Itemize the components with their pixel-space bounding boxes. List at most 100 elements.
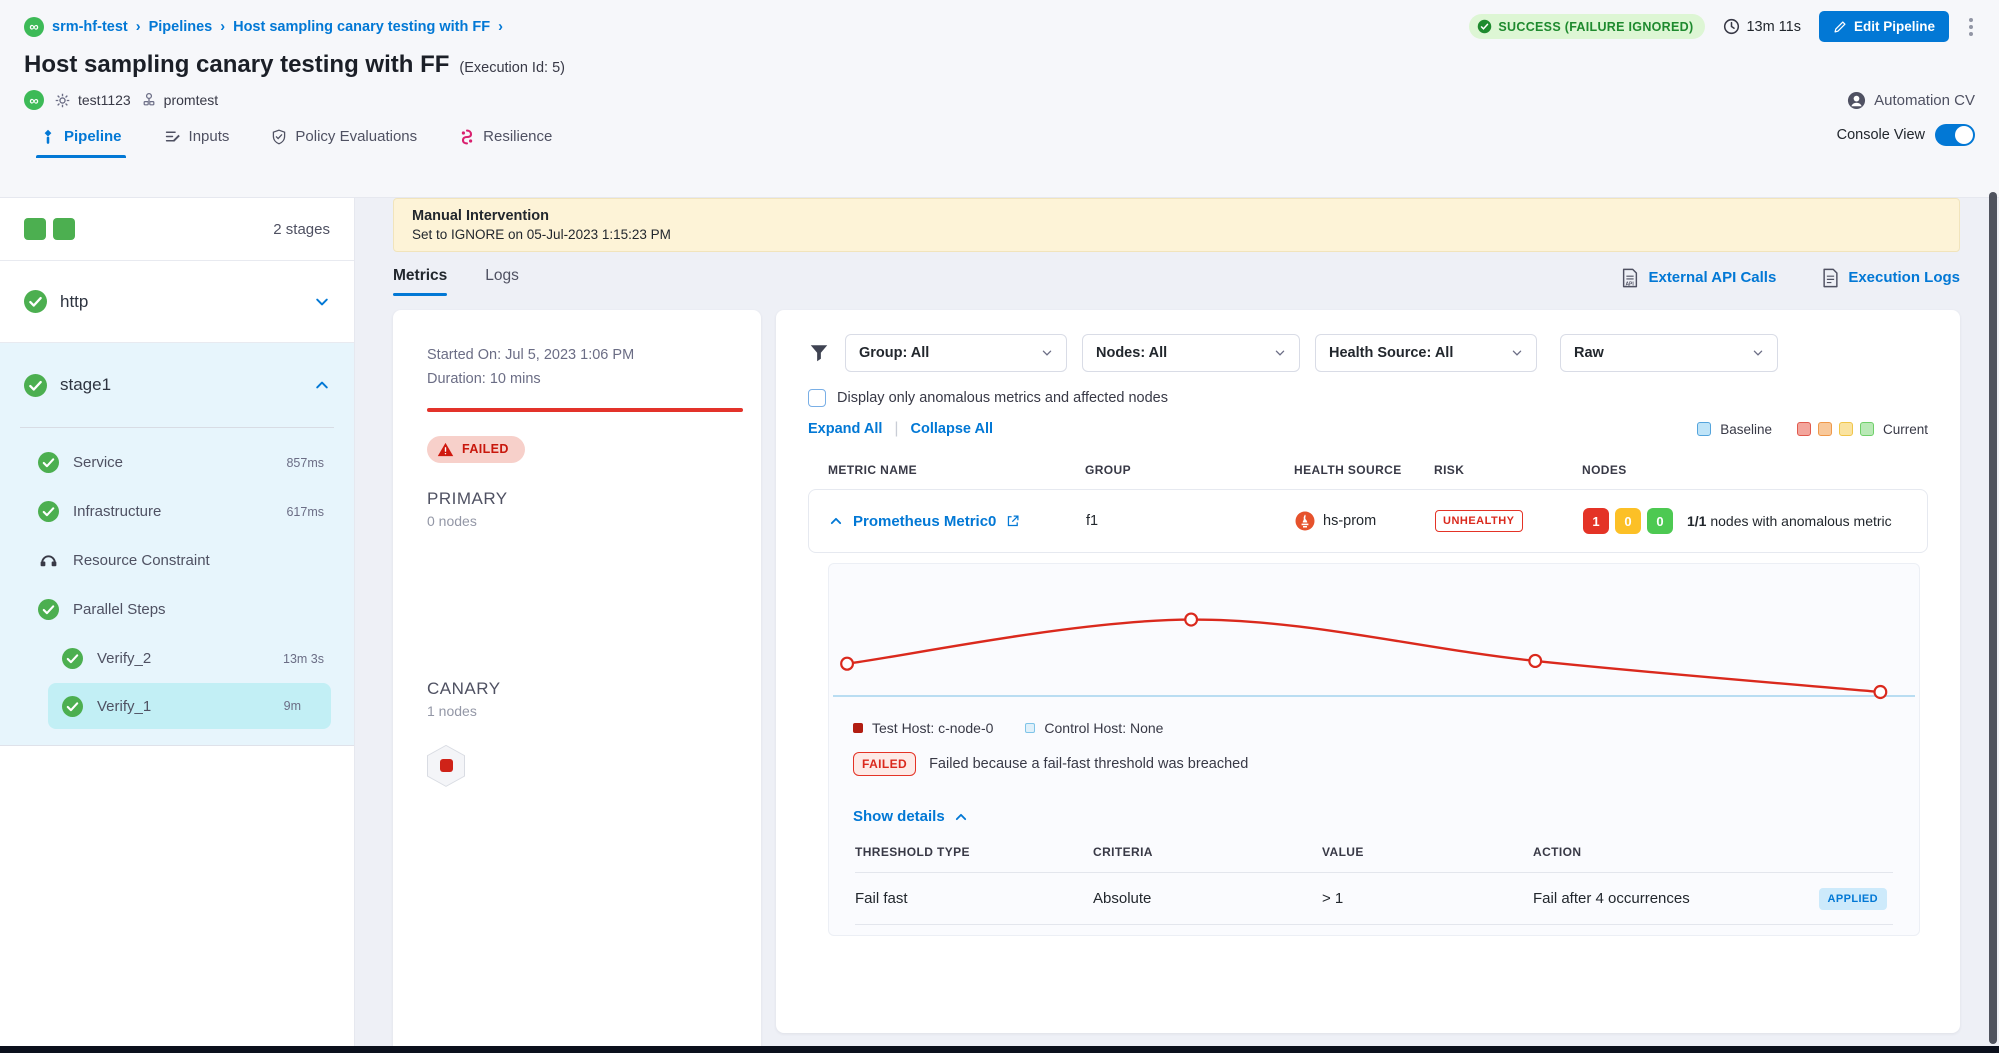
external-link-icon[interactable] xyxy=(1006,514,1020,528)
health-source-filter-value: Health Source: All xyxy=(1329,345,1453,361)
baseline-label: Baseline xyxy=(1720,422,1772,437)
duration: Duration: 10 mins xyxy=(427,368,727,392)
current-swatch-red xyxy=(1797,422,1811,436)
stage-count: 2 stages xyxy=(273,221,330,238)
pencil-icon xyxy=(1833,20,1847,34)
step-duration: 13m 3s xyxy=(283,652,324,666)
risk-badge: UNHEALTHY xyxy=(1435,510,1523,532)
vertical-scrollbar-thumb[interactable] xyxy=(1989,192,1997,1044)
metric-name-link[interactable]: Prometheus Metric0 xyxy=(853,513,996,530)
filter-funnel-icon[interactable] xyxy=(808,342,830,364)
nodes-filter-value: Nodes: All xyxy=(1096,345,1167,361)
step-duration: 9m xyxy=(284,699,301,713)
chevron-down-icon xyxy=(1511,347,1523,359)
inputs-icon xyxy=(164,128,181,145)
health-source-value: hs-prom xyxy=(1323,513,1376,529)
console-view-control: Console View xyxy=(1837,124,1975,158)
group-filter-dropdown[interactable]: Group: All xyxy=(845,334,1067,372)
tab-metrics[interactable]: Metrics xyxy=(393,267,447,296)
group-filter-value: Group: All xyxy=(859,345,929,361)
stage-success-square xyxy=(24,218,46,240)
canary-node-status-dot xyxy=(440,759,453,772)
page-title: Host sampling canary testing with FF xyxy=(24,51,449,79)
warning-node-count-badge: 0 xyxy=(1615,508,1641,534)
metric-row-prometheus-metric0[interactable]: Prometheus Metric0 f1 hs-prom UNHEALTHY … xyxy=(808,489,1928,553)
stage-item-stage1[interactable]: stage1 xyxy=(0,343,354,427)
tab-resilience[interactable]: Resilience xyxy=(459,128,552,158)
execution-stage-sidebar: 2 stages http stage1 Service 857ms Infra… xyxy=(0,198,355,1053)
breadcrumb-project[interactable]: srm-hf-test xyxy=(52,19,128,35)
execution-logs-link[interactable]: Execution Logs xyxy=(1822,268,1960,288)
step-item-parallel-steps[interactable]: Parallel Steps xyxy=(0,585,354,634)
breadcrumb: ∞ srm-hf-test › Pipelines › Host samplin… xyxy=(24,17,503,37)
collapse-chevron-up-icon[interactable] xyxy=(829,514,843,528)
chevron-down-icon xyxy=(1274,347,1286,359)
console-view-label: Console View xyxy=(1837,127,1925,143)
edit-pipeline-button[interactable]: Edit Pipeline xyxy=(1819,11,1949,42)
environment-chip[interactable]: promtest xyxy=(141,92,218,108)
test-host-label: Test Host: c-node-0 xyxy=(872,720,993,736)
test-host-swatch xyxy=(853,723,863,733)
console-view-toggle[interactable] xyxy=(1935,124,1975,146)
health-source-filter-dropdown[interactable]: Health Source: All xyxy=(1315,334,1537,372)
metric-group-value: f1 xyxy=(1086,513,1295,529)
data-mode-dropdown[interactable]: Raw xyxy=(1560,334,1778,372)
stage-stage1-label: stage1 xyxy=(60,375,301,395)
stage-item-http[interactable]: http xyxy=(0,261,354,343)
breadcrumb-pipeline-name[interactable]: Host sampling canary testing with FF xyxy=(233,19,490,35)
col-group: GROUP xyxy=(1085,463,1294,477)
more-options-menu[interactable] xyxy=(1967,14,1975,40)
col-criteria: CRITERIA xyxy=(1093,845,1322,859)
tab-inputs[interactable]: Inputs xyxy=(164,128,230,158)
external-api-calls-link[interactable]: API External API Calls xyxy=(1621,268,1776,288)
metrics-logs-tab-bar: Metrics Logs xyxy=(393,267,519,296)
nodes-filter-dropdown[interactable]: Nodes: All xyxy=(1082,334,1300,372)
triggered-by-user: Automation CV xyxy=(1847,91,1975,110)
check-circle-icon xyxy=(1477,19,1492,34)
tab-logs[interactable]: Logs xyxy=(485,267,519,296)
show-details-link[interactable]: Show details xyxy=(829,808,1919,825)
stage-status-squares xyxy=(24,218,75,240)
data-mode-value: Raw xyxy=(1574,345,1604,361)
chevron-up-icon[interactable] xyxy=(314,377,330,393)
step-item-service[interactable]: Service 857ms xyxy=(0,438,354,487)
chevron-down-icon[interactable] xyxy=(314,294,330,310)
execution-status-label: SUCCESS (FAILURE IGNORED) xyxy=(1498,20,1693,34)
step-item-resource-constraint[interactable]: Resource Constraint xyxy=(0,536,354,585)
col-nodes: NODES xyxy=(1582,463,1928,477)
current-swatch-yellow xyxy=(1839,422,1853,436)
tab-pipeline[interactable]: Pipeline xyxy=(40,128,122,158)
service-chip[interactable]: test1123 xyxy=(54,92,131,109)
harness-service-icon: ∞ xyxy=(24,90,44,110)
step-item-verify-1[interactable]: Verify_1 9m xyxy=(48,683,331,729)
breadcrumb-separator: › xyxy=(136,19,141,35)
action-value: Fail after 4 occurrences xyxy=(1533,890,1690,907)
anomalous-only-checkbox[interactable] xyxy=(808,389,826,407)
healthy-node-count-badge: 0 xyxy=(1647,508,1673,534)
tab-policy-evaluations[interactable]: Policy Evaluations xyxy=(271,128,417,158)
api-document-icon: API xyxy=(1621,268,1639,288)
shield-check-icon xyxy=(271,129,287,145)
breadcrumb-separator: › xyxy=(498,19,503,35)
step-label: Parallel Steps xyxy=(73,601,310,618)
step-item-verify-2[interactable]: Verify_2 13m 3s xyxy=(0,634,354,683)
resilience-chaos-icon xyxy=(459,129,475,145)
clock-icon xyxy=(1723,18,1740,35)
stage-http-label: http xyxy=(60,292,301,312)
verification-progress-bar xyxy=(427,408,743,412)
chevron-up-icon xyxy=(954,810,968,824)
canary-node-hexagon[interactable] xyxy=(427,745,465,787)
metric-chart xyxy=(833,574,1915,712)
col-value: VALUE xyxy=(1322,845,1533,859)
tab-inputs-label: Inputs xyxy=(189,128,230,145)
threshold-type-value: Fail fast xyxy=(855,890,1093,907)
success-check-icon xyxy=(38,599,59,620)
collapse-all-link[interactable]: Collapse All xyxy=(911,421,993,437)
expand-all-link[interactable]: Expand All xyxy=(808,421,882,437)
step-label: Verify_2 xyxy=(97,650,269,667)
analysis-failed-badge: FAILED xyxy=(853,752,916,776)
step-item-infrastructure[interactable]: Infrastructure 617ms xyxy=(0,487,354,536)
started-on: Started On: Jul 5, 2023 1:06 PM xyxy=(427,344,727,368)
breadcrumb-pipelines[interactable]: Pipelines xyxy=(149,19,213,35)
current-label: Current xyxy=(1883,422,1928,437)
